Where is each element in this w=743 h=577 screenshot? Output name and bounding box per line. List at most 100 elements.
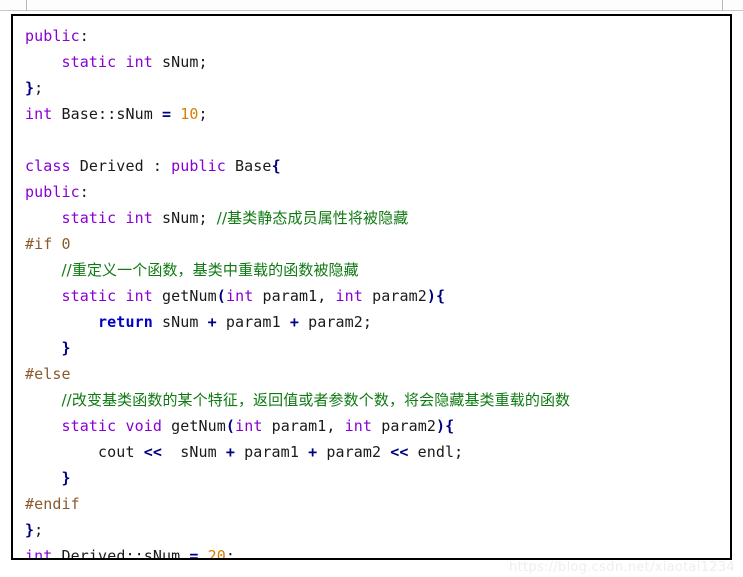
code-token-plain: : [79, 27, 89, 45]
code-token-num: 20 [207, 547, 226, 560]
code-token-plain: param2 [372, 417, 436, 435]
code-token-op: + [289, 313, 299, 331]
code-token-plain: endl; [408, 443, 464, 461]
code-block[interactable]: public: static int sNum;}; int Base::sNum… [11, 14, 732, 560]
code-token-pre: #endif [25, 495, 80, 513]
code-line: public: [25, 23, 730, 49]
code-token-kw: public [171, 157, 226, 175]
code-token-op: + [308, 443, 318, 461]
code-token-cmt: //基类静态成员属性将被隐藏 [216, 209, 409, 227]
code-token-kw: class [25, 157, 71, 175]
code-token-plain: param2 [317, 443, 391, 461]
code-token-kw: int [225, 287, 254, 305]
code-line: }; [25, 75, 730, 101]
code-token-num: 10 [180, 105, 199, 123]
code-token-kw: static [61, 53, 117, 71]
code-token-plain: Derived::sNum [52, 547, 190, 560]
code-token-op: + [225, 443, 236, 461]
code-token-plain: sNum; [152, 209, 217, 227]
toolbar-divider-left [26, 0, 27, 11]
code-line: //重定义一个函数，基类中重载的函数被隐藏 [25, 257, 730, 283]
code-token-plain: cout [25, 443, 144, 461]
code-line: int Base::sNum = 10; [25, 101, 730, 127]
code-token-plain: ; [34, 521, 44, 539]
code-line: #else [25, 361, 730, 387]
code-token-plain: sNum; [152, 53, 208, 71]
code-token-kw: void [125, 417, 162, 435]
code-token-plain: : [79, 183, 89, 201]
code-line: static int sNum; //基类静态成员属性将被隐藏 [25, 205, 730, 231]
code-token-kw: int [25, 547, 53, 560]
code-line: }; [25, 517, 730, 543]
partial-toolbar-strip [0, 0, 743, 14]
code-token-op: << [143, 443, 162, 461]
code-token-kw: static [61, 417, 117, 435]
code-line: class Derived : public Base{ [25, 153, 730, 179]
code-token-cmt: //改变基类函数的某个特征，返回值或者参数个数，将会隐藏基类重载的函数 [61, 391, 571, 409]
code-token-kw: int [25, 105, 53, 123]
toolbar-divider-right [722, 0, 723, 11]
code-token-op: << [390, 443, 409, 461]
code-token-plain: param1 [235, 443, 309, 461]
code-token-op: } [61, 339, 71, 357]
code-token-plain: Derived : [70, 157, 172, 175]
code-token-op: } [61, 469, 71, 487]
code-token-op: ){ [426, 287, 446, 305]
code-token-kw: int [125, 209, 153, 227]
code-token-kw: static [61, 209, 117, 227]
code-token-plain: ; [34, 79, 44, 97]
code-line: #if 0 [25, 231, 730, 257]
code-token-plain: param1, [262, 417, 345, 435]
code-token-op: = [161, 105, 172, 123]
code-token-op: ( [225, 417, 236, 435]
code-token-op: ){ [435, 417, 455, 435]
code-token-plain: param2; [298, 313, 373, 331]
code-token-kw: int [125, 287, 153, 305]
code-token-kw: int [235, 417, 263, 435]
code-token-plain: param1 [216, 313, 290, 331]
code-token-op: = [189, 547, 199, 560]
code-token-plain: ; [225, 547, 236, 560]
code-token-kw: int [125, 53, 153, 71]
code-token-plain: param1, [253, 287, 336, 305]
code-token-plain: Base::sNum [52, 105, 162, 123]
code-line: static int sNum; [25, 49, 730, 75]
code-token-op: ( [216, 287, 226, 305]
code-line: } [25, 465, 730, 491]
code-line: //改变基类函数的某个特征，返回值或者参数个数，将会隐藏基类重载的函数 [25, 387, 730, 413]
code-token-op: + [207, 313, 217, 331]
code-token-op: { [271, 157, 281, 175]
code-line: static void getNum(int param1, int param… [25, 413, 730, 439]
toolbar-band [0, 0, 743, 11]
code-line: public: [25, 179, 730, 205]
code-token-kw: int [344, 417, 373, 435]
code-line: cout << sNum + param1 + param2 << endl; [25, 439, 730, 465]
code-line: #endif [25, 491, 730, 517]
code-line: static int getNum(int param1, int param2… [25, 283, 730, 309]
code-line: return sNum + param1 + param2; [25, 309, 730, 335]
code-token-plain: getNum [162, 417, 226, 435]
code-token-cmt: //重定义一个函数，基类中重载的函数被隐藏 [61, 261, 359, 279]
code-token-op: } [25, 521, 35, 539]
code-token-kw: static [61, 287, 117, 305]
code-token-kw: public [25, 183, 80, 201]
code-token-plain: param2 [362, 287, 427, 305]
code-token-plain: getNum [152, 287, 217, 305]
code-token-pre: 0 [61, 235, 71, 253]
code-line: int Derived::sNum = 20; [25, 543, 730, 560]
code-token-plain: sNum [161, 443, 226, 461]
code-token-kw: int [335, 287, 363, 305]
code-lines: public: static int sNum;}; int Base::sNum… [13, 16, 730, 560]
code-token-kw: public [25, 27, 80, 45]
